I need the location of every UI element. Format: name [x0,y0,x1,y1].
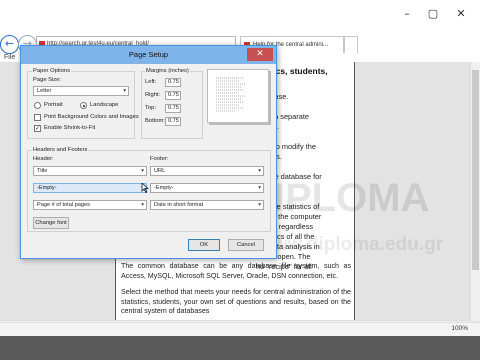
menu-file[interactable]: File [4,54,15,61]
page-size-select[interactable]: Letter ▾ [33,86,129,96]
page-size-value: Letter [37,88,52,94]
chevron-down-icon: ▾ [258,202,261,208]
shrink-to-fit-checkbox[interactable]: ✓ [34,125,41,132]
landscape-radio[interactable] [80,102,87,109]
footer-label: Footer: [150,156,169,162]
page-preview [207,69,269,123]
chevron-down-icon: ▾ [141,202,144,208]
header-select-1-value: Title [37,168,48,174]
portrait-label: Portrait [44,102,63,108]
margin-bottom-input[interactable]: 0.75 [165,117,181,126]
page-size-label: Page Size: [33,77,62,83]
portrait-radio[interactable] [34,102,41,109]
margins-label: Margins (inches) [145,68,190,74]
footer-select-3-value: Date in short format [154,202,204,208]
zoom-level[interactable]: 100% [451,325,468,332]
title-bar: – ▢ ✕ [0,0,480,34]
document-paragraphs: The common database can be any database … [121,262,351,324]
header-select-3[interactable]: Page # of total pages ▾ [33,200,147,210]
dialog-title: Page Setup [128,50,169,59]
shrink-to-fit-label: Enable Shrink-to-Fit [44,125,96,131]
change-font-button[interactable]: Change font [33,217,69,229]
margin-bottom-label: Bottom: [145,118,165,124]
chevron-down-icon: ▾ [141,168,144,174]
paragraph: The common database can be any database … [121,262,351,280]
minimize-icon[interactable]: – [398,8,416,20]
chevron-down-icon: ▾ [123,88,126,94]
landscape-label: Landscape [90,102,119,108]
margin-top-input[interactable]: 0.75 [165,104,181,113]
preview-lines [216,77,246,112]
close-icon[interactable]: ✕ [247,48,273,61]
ok-button[interactable]: OK [188,239,220,251]
taskbar [0,336,480,360]
footer-select-2[interactable]: -Empty- ▾ [150,183,264,193]
header-select-1[interactable]: Title ▾ [33,166,147,176]
paper-options-label: Paper Options [32,68,72,74]
cancel-button[interactable]: Cancel [228,239,264,251]
header-select-3-value: Page # of total pages [37,202,90,208]
new-tab-button[interactable] [344,36,358,53]
margin-left-label: Left: [145,79,157,85]
footer-select-1[interactable]: URL ▾ [150,166,264,176]
close-icon[interactable]: ✕ [452,8,470,20]
scrollbar-thumb[interactable] [472,70,479,270]
header-select-2[interactable]: -Empty- ▾ [33,183,147,193]
footer-select-1-value: URL [154,168,166,174]
margin-right-label: Right: [145,92,161,98]
print-background-label: Print Background Colors and Images [44,114,139,120]
chevron-down-icon: ▾ [258,185,261,191]
margin-top-label: Top: [145,105,156,111]
margin-left-input[interactable]: 0.75 [165,78,181,87]
footer-select-3[interactable]: Date in short format ▾ [150,200,264,210]
status-bar: 100% [0,322,480,336]
footer-select-2-value: -Empty- [154,185,174,191]
back-arrow-icon[interactable]: ← [0,35,19,54]
dialog-title-bar: Page Setup ✕ [21,46,276,64]
chevron-down-icon: ▾ [258,168,261,174]
margin-right-input[interactable]: 0.75 [165,91,181,100]
page-setup-dialog: Page Setup ✕ Paper Options Page Size: Le… [20,45,277,259]
print-background-checkbox[interactable] [34,114,41,121]
paragraph: Select the method that meets your needs … [121,288,351,316]
header-select-2-value: -Empty- [37,185,57,191]
headers-footers-label: Headers and Footers [32,147,89,153]
header-label: Header: [33,156,54,162]
vertical-scrollbar[interactable] [470,62,480,320]
maximize-icon[interactable]: ▢ [424,8,442,20]
mouse-pointer-icon [141,183,149,193]
